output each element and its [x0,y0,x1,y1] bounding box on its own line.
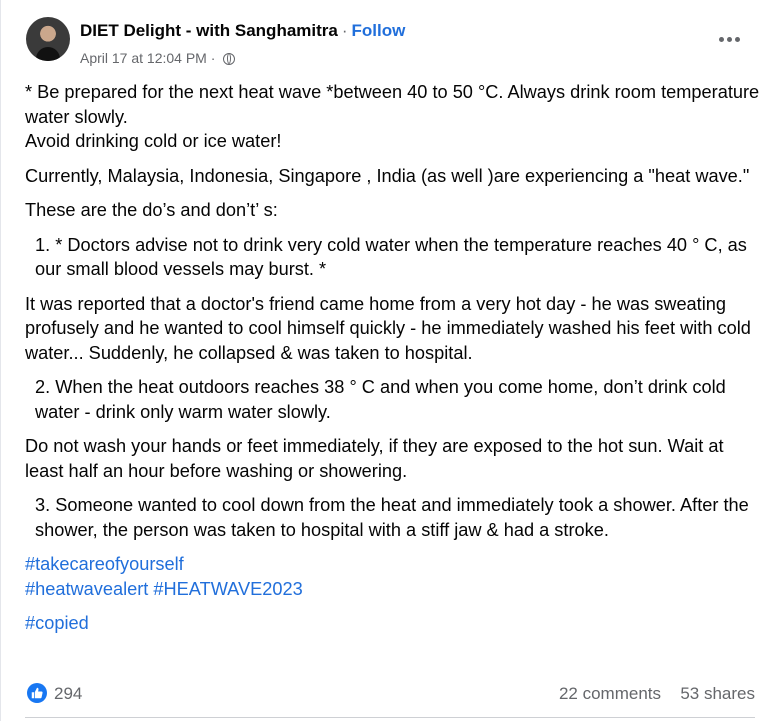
post-header: DIET Delight - with Sanghamitra · Follow A… [26,17,755,71]
author-line: DIET Delight - with Sanghamitra · Follow [80,21,405,41]
more-dot [726,36,732,42]
post-timestamp[interactable]: April 17 at 12:04 PM [80,50,207,66]
paragraph: It was reported that a doctor's friend c… [25,293,751,363]
post-body: * Be prepared for the next heat wave *be… [25,80,760,646]
paragraph-line: * Be prepared for the next heat wave *be… [25,82,760,127]
hashtag-link[interactable]: #copied [25,611,760,636]
divider [25,717,755,718]
hashtag-link[interactable]: #HEATWAVE2023 [153,579,302,599]
meta-separator: · [210,50,216,66]
paragraph-line: Avoid drinking cold or ice water! [25,131,282,151]
post-meta: April 17 at 12:04 PM · [80,50,236,66]
post-stats: 294 22 comments 53 shares [25,682,755,708]
globe-icon[interactable] [223,53,236,65]
author-name[interactable]: DIET Delight - with Sanghamitra [80,21,338,40]
list-item: 3. Someone wanted to cool down from the … [35,495,749,540]
paragraph: Do not wash your hands or feet immediate… [25,436,724,481]
thumbs-up-glyph [31,687,43,699]
more-dot [718,36,724,42]
paragraph: These are the do’s and don’t’ s: [25,200,278,220]
paragraph: Currently, Malaysia, Indonesia, Singapor… [25,165,750,186]
author-avatar[interactable] [26,17,70,61]
author-separator: · [341,21,348,40]
list-item: 1. * Doctors advise not to drink very co… [35,234,747,280]
hashtag-link[interactable]: #takecareofyourself [25,552,760,577]
paragraph: * Be prepared for the next heat wave *be… [25,80,760,154]
post-card: DIET Delight - with Sanghamitra · Follow A… [0,0,775,721]
list-item: 2. When the heat outdoors reaches 38 ° C… [35,377,726,422]
follow-button[interactable]: Follow [352,21,406,40]
hashtags: #takecareofyourself #heatwavealert #HEAT… [25,552,760,636]
comments-count[interactable]: 22 comments [559,684,661,704]
more-dot [734,36,740,42]
hashtag-link[interactable]: #heatwavealert [25,579,148,599]
more-options-icon[interactable] [711,27,747,51]
like-icon[interactable] [27,683,47,703]
shares-count[interactable]: 53 shares [680,684,755,704]
reaction-count[interactable]: 294 [54,684,82,704]
